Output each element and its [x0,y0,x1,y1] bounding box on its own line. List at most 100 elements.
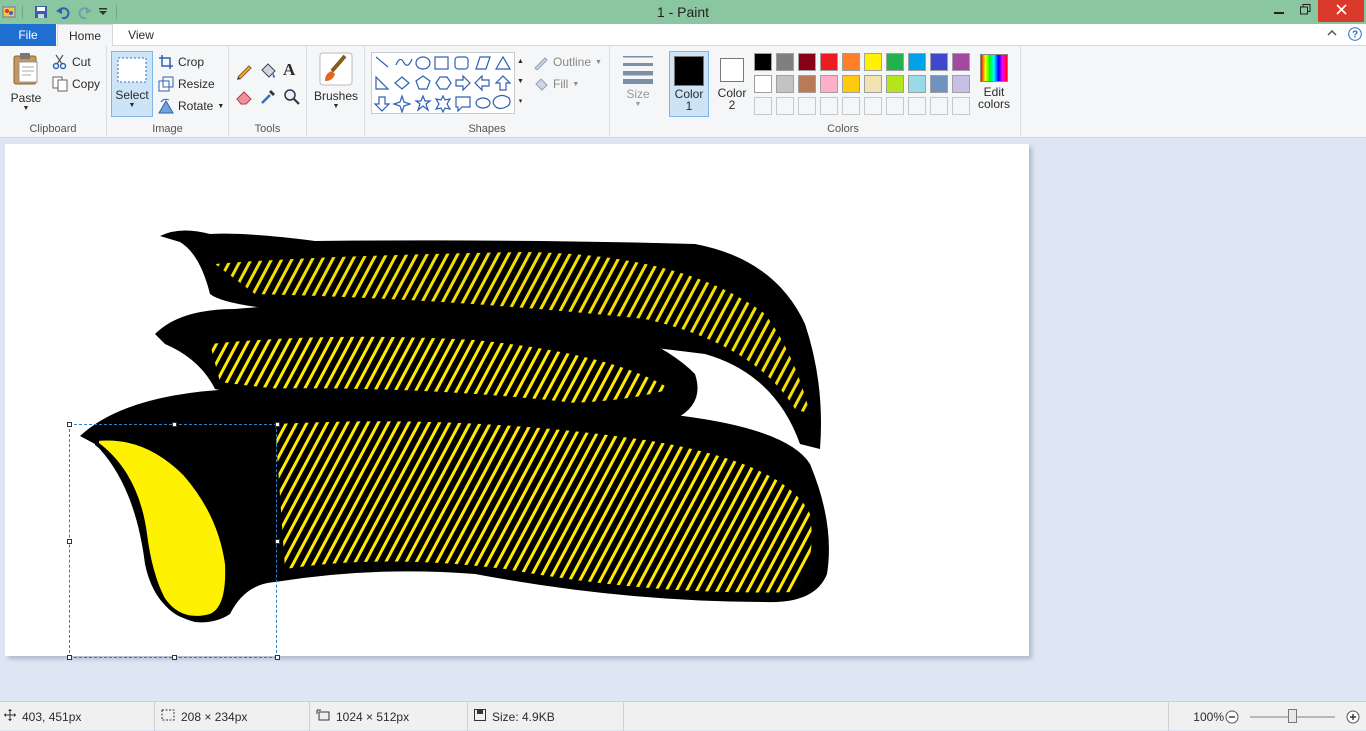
palette-swatch[interactable] [820,53,838,71]
palette-swatch-empty[interactable] [798,97,816,115]
paste-label: Paste [10,91,42,105]
status-bar: 403, 451px 208 × 234px 1024 × 512px Size… [0,701,1366,731]
rotate-button[interactable]: Rotate ▼ [158,96,224,116]
palette-swatch[interactable] [798,75,816,93]
palette-swatch-empty[interactable] [908,97,926,115]
palette-swatch[interactable] [798,53,816,71]
palette-swatch[interactable] [864,53,882,71]
palette-swatch[interactable] [908,75,926,93]
tools-group: A Tools [229,46,307,138]
selection-handle[interactable] [275,655,280,660]
magnifier-icon[interactable] [283,88,301,109]
size-button[interactable]: Size ▼ [618,52,658,109]
cut-label: Cut [72,55,91,69]
palette-swatch[interactable] [952,75,970,93]
palette-swatch-empty[interactable] [754,97,772,115]
minimize-ribbon-icon[interactable] [1326,27,1338,42]
resize-icon [158,76,174,92]
palette-swatch[interactable] [864,75,882,93]
ribbon-tabs: File Home View ? [0,24,1366,47]
palette-swatch[interactable] [952,53,970,71]
palette-swatch-empty[interactable] [864,97,882,115]
selection-size-text: 208 × 234px [181,709,248,724]
selection-handle[interactable] [67,422,72,427]
brushes-button[interactable]: Brushes ▼ [312,52,360,111]
canvas-area[interactable] [0,139,1366,701]
zoom-in-icon[interactable] [1346,710,1360,727]
selection-rectangle[interactable] [69,424,277,658]
brushes-label: Brushes [313,89,359,103]
palette-swatch-empty[interactable] [952,97,970,115]
fill-bucket-icon[interactable] [259,62,277,83]
palette-swatch-empty[interactable] [930,97,948,115]
palette-swatch[interactable] [754,75,772,93]
eraser-icon[interactable] [235,88,253,109]
window-title: 1 - Paint [656,4,710,20]
palette-swatch[interactable] [930,53,948,71]
edit-colors-label-b: colors [977,97,1010,111]
paste-icon [13,53,38,85]
svg-text:?: ? [1352,30,1358,41]
select-button[interactable]: Select ▼ [111,51,153,117]
outline-button[interactable]: Outline ▼ [533,52,602,72]
zoom-slider-thumb[interactable] [1287,709,1297,723]
text-tool-icon[interactable]: A [283,60,295,80]
image-size-icon [316,709,330,724]
palette-swatch-empty[interactable] [776,97,794,115]
ribbon: Paste ▼ Cut Copy Clipboard Select ▼ Crop… [0,46,1366,138]
color1-swatch [674,56,704,86]
palette-swatch[interactable] [908,53,926,71]
palette-swatch[interactable] [776,53,794,71]
color1-button[interactable]: Color 1 [669,51,709,117]
palette-swatch[interactable] [886,53,904,71]
chevron-down-icon: ▼ [572,80,580,88]
copy-button[interactable]: Copy [52,74,100,94]
selection-handle[interactable] [275,539,280,544]
help-icon[interactable]: ? [1348,27,1362,44]
palette-swatch[interactable] [754,53,772,71]
size-label: Size [626,87,650,101]
shapes-gallery[interactable] [371,52,525,114]
resize-button[interactable]: Resize [158,74,215,94]
palette-swatch-empty[interactable] [820,97,838,115]
palette-swatch-empty[interactable] [886,97,904,115]
pencil-icon[interactable] [235,62,253,83]
selection-handle[interactable] [67,655,72,660]
color-picker-icon[interactable] [259,88,277,109]
tab-view[interactable]: View [113,24,169,47]
close-button[interactable] [1318,0,1364,22]
drawing-canvas[interactable] [5,144,1029,660]
color2-button[interactable]: Color 2 [712,51,752,117]
shapes-group-label: Shapes [468,123,506,135]
chevron-down-icon: ▼ [634,101,642,108]
file-size-text: Size: 4.9KB [492,709,555,724]
image-group-label: Image [152,123,183,135]
selection-handle[interactable] [275,422,280,427]
selection-handle[interactable] [172,422,177,427]
crop-icon [158,54,174,70]
crop-button[interactable]: Crop [158,52,204,72]
chevron-down-icon: ▼ [332,103,340,110]
tab-home[interactable]: Home [57,24,113,47]
selection-rect-icon [117,57,147,83]
cut-button[interactable]: Cut [52,52,91,72]
palette-swatch[interactable] [930,75,948,93]
crosshair-icon [4,709,16,724]
palette-swatch[interactable] [842,75,860,93]
zoom-out-icon[interactable] [1225,710,1239,727]
edit-colors-button[interactable]: Edit colors [974,52,1014,110]
tab-file[interactable]: File [0,24,56,46]
shapes-scroll[interactable]: ▲ ▼ ▾ [514,52,526,114]
palette-swatch[interactable] [820,75,838,93]
palette-swatch[interactable] [776,75,794,93]
shapes-group: ▲ ▼ ▾ Outline ▼ Fill ▼ Shapes [365,46,610,138]
palette-swatch[interactable] [842,53,860,71]
palette-swatch-empty[interactable] [842,97,860,115]
palette-swatch[interactable] [886,75,904,93]
restore-button[interactable] [1288,0,1322,22]
fill-button[interactable]: Fill ▼ [533,74,579,94]
selection-handle[interactable] [172,655,177,660]
rotate-label: Rotate [178,99,214,113]
selection-handle[interactable] [67,539,72,544]
paste-button[interactable]: Paste ▼ [6,52,46,116]
